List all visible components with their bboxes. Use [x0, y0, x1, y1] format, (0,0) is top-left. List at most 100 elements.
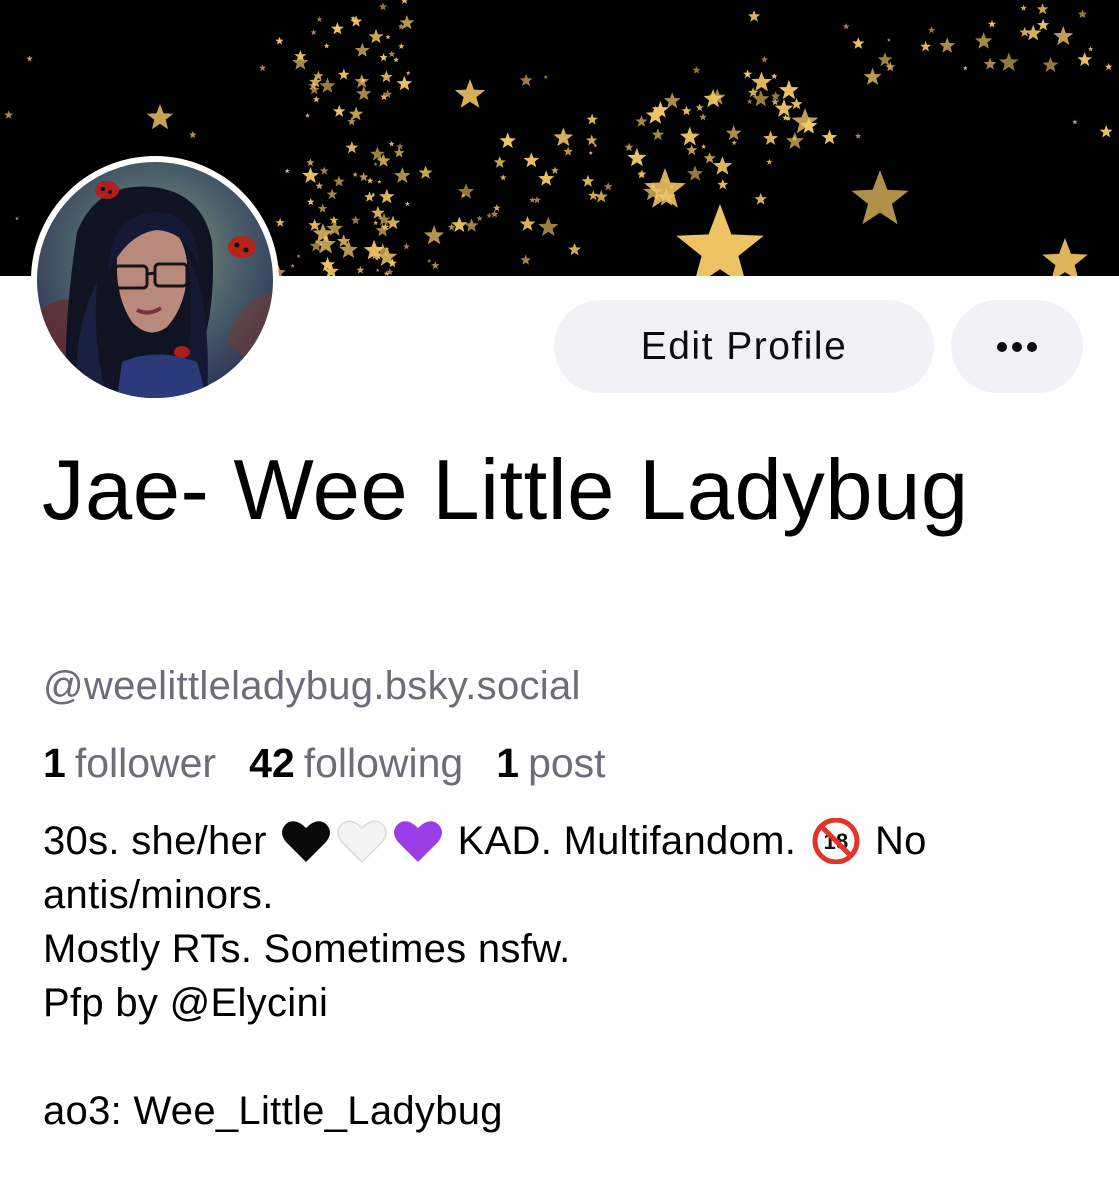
banner-star [748, 10, 761, 22]
banner-star [373, 220, 379, 226]
banner-star [356, 85, 372, 101]
banner-star [304, 112, 311, 118]
banner-star [188, 130, 197, 139]
profile-stats: 1 follower 42 following 1 post [43, 738, 639, 788]
banner-star [553, 127, 574, 147]
following-stat[interactable]: 42 following [249, 738, 463, 788]
no-one-under-eighteen-icon: 18 [811, 818, 861, 864]
banner-star [368, 28, 384, 44]
banner-star [703, 152, 716, 164]
banner-star [345, 141, 359, 154]
banner-star [763, 130, 779, 145]
banner-star [538, 216, 559, 236]
banner-star [770, 91, 781, 101]
banner-star [307, 198, 315, 206]
more-options-button[interactable] [951, 300, 1083, 393]
banner-star [366, 177, 374, 184]
banner-star [388, 50, 396, 58]
banner-star [1019, 26, 1030, 37]
banner-star [316, 16, 323, 22]
banner-star [746, 98, 753, 104]
banner-star [717, 179, 729, 190]
bio-line-1: 30s. she/her KAD. Multifandom. 18 No [43, 818, 927, 864]
banner-star [586, 113, 598, 125]
bio-line-ao3: ao3: Wee_Little_Ladybug [43, 1089, 503, 1133]
banner-star [725, 125, 742, 141]
banner-star [975, 32, 993, 49]
banner-star [352, 171, 358, 177]
banner-star [529, 196, 536, 203]
banner-star [319, 166, 329, 175]
banner-star [379, 188, 395, 204]
banner-star [347, 117, 356, 126]
banner-star [568, 242, 582, 256]
banner-star [743, 69, 753, 79]
banner-star [350, 15, 363, 27]
banner-star [319, 77, 336, 93]
banner-star [418, 165, 433, 179]
banner-star [385, 34, 391, 40]
banner-star [275, 36, 284, 45]
profile-handle[interactable]: @weelittleladybug.bsky.social [43, 662, 581, 710]
banner-star [751, 71, 772, 92]
banner-star [1020, 4, 1027, 11]
banner-star [490, 210, 499, 218]
banner-star [388, 140, 395, 147]
banner-star [699, 113, 707, 121]
banner-star [1077, 9, 1088, 19]
banner-star [394, 167, 411, 183]
banner-star [292, 54, 309, 70]
banner-star [403, 243, 410, 250]
followers-stat[interactable]: 1 follower [43, 738, 216, 788]
bio-spacer [43, 1030, 1093, 1084]
followers-label: follower [74, 740, 217, 786]
banner-star [284, 168, 290, 174]
banner-star [396, 75, 413, 91]
banner-star [627, 147, 647, 167]
banner-star [26, 55, 33, 62]
banner-star [703, 89, 723, 108]
banner-star [312, 95, 320, 103]
banner-star [603, 182, 613, 191]
banner-star [405, 70, 411, 75]
bio-line-4: Pfp by @Elycini [43, 981, 329, 1025]
banner-star [326, 188, 338, 200]
banner-star [581, 174, 595, 187]
banner-star [1077, 52, 1093, 67]
banner-star [1042, 56, 1059, 72]
banner-star [457, 183, 475, 199]
banner-star [962, 65, 968, 71]
banner-star [308, 218, 322, 231]
banner-star [1053, 26, 1074, 46]
banner-star [375, 223, 390, 237]
banner-star [519, 73, 533, 87]
banner-star [310, 29, 317, 36]
banner-star [379, 53, 388, 62]
banner-star [563, 146, 574, 156]
banner-star [679, 126, 700, 146]
banner-star [275, 217, 285, 227]
profile-avatar[interactable] [31, 156, 279, 404]
banner-star [377, 179, 382, 184]
banner-star [551, 166, 559, 174]
banner-star [431, 261, 440, 270]
banner-star [1072, 119, 1078, 125]
banner-star [624, 142, 634, 152]
banner-star [290, 263, 295, 268]
banner-star [686, 144, 698, 156]
white-heart-icon [337, 818, 387, 864]
edit-profile-button[interactable]: Edit Profile [554, 300, 934, 393]
banner-star [927, 26, 936, 34]
ellipsis-icon [997, 341, 1037, 352]
banner-star [323, 42, 330, 49]
banner-star [676, 204, 764, 276]
banner-star [356, 265, 365, 274]
black-heart-icon [281, 818, 331, 864]
banner-star [999, 52, 1019, 71]
banner-star [393, 56, 399, 63]
banner-star [939, 37, 956, 53]
following-count: 42 [249, 740, 295, 786]
banner-star [695, 103, 704, 112]
banner-star [499, 132, 516, 149]
posts-count: 1 [496, 740, 520, 786]
